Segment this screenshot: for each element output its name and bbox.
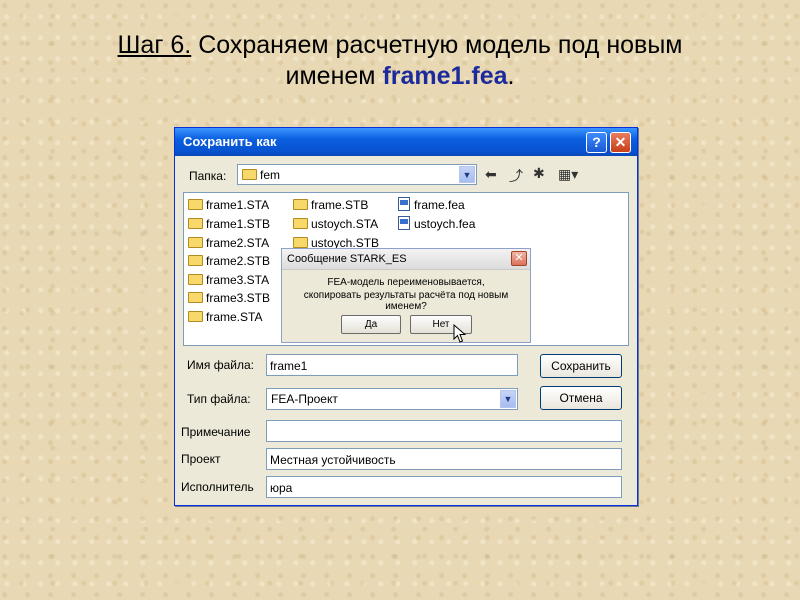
back-arrow-icon[interactable]: ⬅ bbox=[485, 166, 497, 183]
chevron-down-icon[interactable]: ▼ bbox=[459, 166, 475, 183]
list-item[interactable]: frame1.STA bbox=[188, 198, 269, 212]
step-label: Шаг 6. bbox=[117, 31, 192, 59]
list-item[interactable]: frame3.STB bbox=[188, 291, 270, 305]
folder-label: Папка: bbox=[189, 169, 227, 183]
title-dot: . bbox=[507, 62, 515, 90]
slide-title: Шаг 6. Сохраняем расчетную модель под но… bbox=[0, 30, 800, 92]
dialog-title: Сохранить как bbox=[183, 134, 277, 149]
message-dialog: Сообщение STARK_ES ✕ FEA-модель переимен… bbox=[281, 248, 531, 343]
save-as-dialog: Сохранить как ? ✕ Папка: fem ▼ ⬅ ⤴ ✱ ▦▾ … bbox=[174, 127, 638, 506]
up-folder-icon[interactable]: ⤴ bbox=[509, 166, 523, 186]
title-text: Сохраняем расчетную модель под новым bbox=[191, 31, 683, 59]
message-line1: FEA-модель переименовывается, bbox=[327, 277, 485, 288]
title-filename: frame1.fea bbox=[382, 62, 508, 90]
folder-icon bbox=[242, 169, 257, 180]
mouse-cursor-icon bbox=[453, 324, 467, 343]
project-input[interactable]: Местная устойчивость bbox=[266, 448, 622, 470]
cancel-button[interactable]: Отмена bbox=[540, 386, 622, 410]
folder-icon bbox=[293, 199, 308, 210]
view-menu-icon[interactable]: ▦▾ bbox=[558, 166, 578, 183]
project-label: Проект bbox=[181, 452, 221, 466]
new-folder-icon[interactable]: ✱ bbox=[533, 165, 545, 182]
message-title: Сообщение STARK_ES bbox=[287, 253, 407, 265]
dialog-titlebar[interactable]: Сохранить как ? ✕ bbox=[175, 128, 637, 156]
list-item[interactable]: ustoych.fea bbox=[398, 216, 475, 231]
message-titlebar[interactable]: Сообщение STARK_ES ✕ bbox=[282, 249, 530, 270]
list-item[interactable]: frame.STB bbox=[293, 198, 368, 212]
list-item[interactable]: frame2.STB bbox=[188, 254, 270, 268]
fea-file-icon bbox=[398, 216, 410, 230]
folder-icon bbox=[188, 292, 203, 303]
folder-icon bbox=[188, 237, 203, 248]
folder-icon bbox=[188, 199, 203, 210]
author-input[interactable]: юра bbox=[266, 476, 622, 498]
folder-icon bbox=[188, 274, 203, 285]
author-label: Исполнитель bbox=[181, 480, 254, 494]
folder-icon bbox=[188, 311, 203, 322]
folder-icon bbox=[188, 218, 203, 229]
filename-input[interactable]: frame1 bbox=[266, 354, 518, 376]
folder-value: fem bbox=[260, 168, 281, 182]
close-button[interactable]: ✕ bbox=[610, 132, 631, 153]
chevron-down-icon[interactable]: ▼ bbox=[500, 390, 516, 408]
filename-label: Имя файла: bbox=[187, 358, 254, 372]
folder-icon bbox=[188, 255, 203, 266]
note-label: Примечание bbox=[181, 425, 251, 439]
list-item[interactable]: frame2.STA bbox=[188, 236, 269, 250]
message-line2: скопировать результаты расчёта под новым… bbox=[303, 290, 509, 312]
list-item[interactable]: frame3.STA bbox=[188, 273, 269, 287]
list-item[interactable]: ustoych.STA bbox=[293, 217, 378, 231]
folder-icon bbox=[293, 218, 308, 229]
filetype-select[interactable]: FEA-Проект ▼ bbox=[266, 388, 518, 410]
list-item[interactable]: frame.fea bbox=[398, 197, 465, 212]
filetype-label: Тип файла: bbox=[187, 392, 251, 406]
help-button[interactable]: ? bbox=[586, 132, 607, 153]
save-button[interactable]: Сохранить bbox=[540, 354, 622, 378]
folder-combo[interactable]: fem ▼ bbox=[237, 164, 477, 185]
yes-button[interactable]: Да bbox=[341, 315, 401, 334]
message-close-button[interactable]: ✕ bbox=[511, 251, 527, 266]
folder-icon bbox=[293, 237, 308, 248]
title-line2: именем bbox=[285, 62, 383, 90]
note-input[interactable] bbox=[266, 420, 622, 442]
list-item[interactable]: frame1.STB bbox=[188, 217, 270, 231]
list-item[interactable]: frame.STA bbox=[188, 310, 262, 324]
fea-file-icon bbox=[398, 197, 410, 211]
